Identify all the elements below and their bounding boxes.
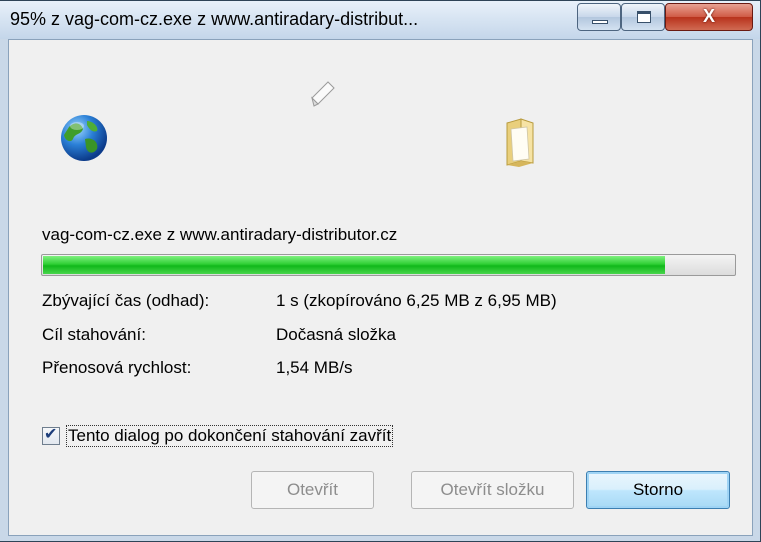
download-progress-bar [41, 254, 736, 276]
time-remaining-label: Zbývající čas (odhad): [42, 291, 210, 310]
globe-icon [61, 115, 107, 161]
folder-icon [506, 118, 534, 167]
window-title: 95% z vag-com-cz.exe z www.antiradary-di… [10, 9, 419, 29]
transfer-rate-label: Přenosová rychlost: [42, 358, 192, 377]
title-bar[interactable]: 95% z vag-com-cz.exe z www.antiradary-di… [0, 1, 760, 39]
cancel-button[interactable]: Storno [586, 471, 730, 509]
download-destination-label: Cíl stahování: [42, 325, 146, 344]
paper-icon [311, 81, 335, 107]
maximize-button[interactable] [621, 3, 665, 31]
download-destination-value: Dočasná složka [276, 325, 397, 344]
minimize-icon [592, 20, 608, 24]
close-icon: X [702, 6, 715, 26]
time-remaining-value: 1 s (zkopírováno 6,25 MB z 6,95 MB) [276, 291, 557, 310]
close-button[interactable]: X [665, 3, 753, 31]
open-button[interactable]: Otevřít [251, 471, 374, 509]
maximize-icon [637, 11, 651, 23]
download-dialog-window: 95% z vag-com-cz.exe z www.antiradary-di… [0, 0, 761, 542]
close-on-complete-checkbox[interactable]: ✔ [42, 426, 60, 445]
dialog-body: vag-com-cz.exe z www.antiradary-distribu… [8, 39, 753, 536]
checkmark-icon: ✔ [44, 426, 58, 443]
open-folder-button[interactable]: Otevřít složku [411, 471, 574, 509]
minimize-button[interactable] [577, 3, 621, 31]
download-file-name: vag-com-cz.exe z www.antiradary-distribu… [42, 225, 398, 244]
close-on-complete-label[interactable]: Tento dialog po dokončení stahování zavř… [66, 425, 394, 447]
progress-fill [43, 256, 665, 274]
transfer-rate-value: 1,54 MB/s [276, 358, 353, 377]
